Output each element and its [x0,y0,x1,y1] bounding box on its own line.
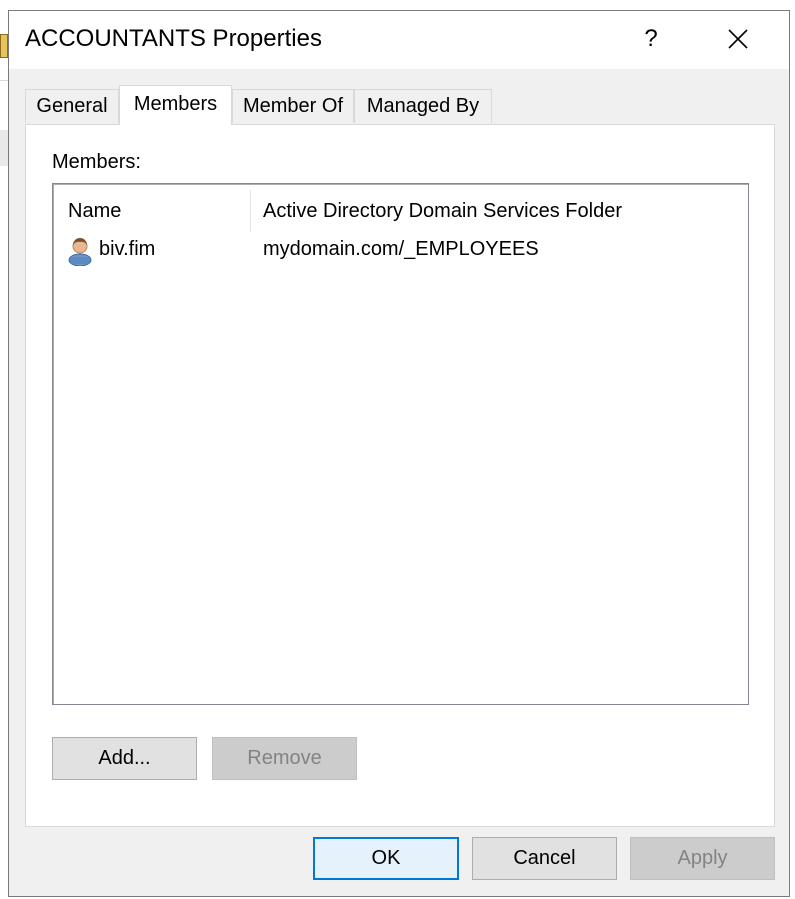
column-header-name[interactable]: Name [68,200,121,223]
members-list[interactable]: Name Active Directory Domain Services Fo… [52,183,749,705]
background-folder-icon [0,34,8,58]
list-item[interactable]: biv.fim mydomain.com/_EMPLOYEES [53,234,748,266]
remove-member-button[interactable]: Remove [212,737,357,780]
ok-button[interactable]: OK [313,837,459,880]
members-label: Members: [52,151,141,173]
cancel-button[interactable]: Cancel [472,837,617,880]
tab-general[interactable]: General [25,89,119,123]
tab-member-of[interactable]: Member Of [232,89,354,123]
background-window-edge [0,130,8,166]
help-button[interactable]: ? [631,17,671,61]
member-name: biv.fim [99,238,156,260]
properties-dialog: ACCOUNTANTS Properties ? General Members… [8,10,790,897]
background-divider [0,80,8,81]
member-folder: mydomain.com/_EMPLOYEES [263,238,539,260]
title-bar[interactable]: ACCOUNTANTS Properties ? [9,11,789,69]
apply-button[interactable]: Apply [630,837,775,880]
close-button[interactable] [713,17,763,61]
user-icon [68,238,92,266]
close-icon [728,29,748,49]
column-header-folder[interactable]: Active Directory Domain Services Folder [263,200,622,223]
tab-managed-by[interactable]: Managed By [354,89,492,123]
dialog-title: ACCOUNTANTS Properties [25,25,322,52]
members-panel: Members: Name Active Directory Domain Se… [25,124,775,827]
column-separator[interactable] [250,190,251,232]
add-member-button[interactable]: Add... [52,737,197,780]
tab-members[interactable]: Members [119,85,232,125]
